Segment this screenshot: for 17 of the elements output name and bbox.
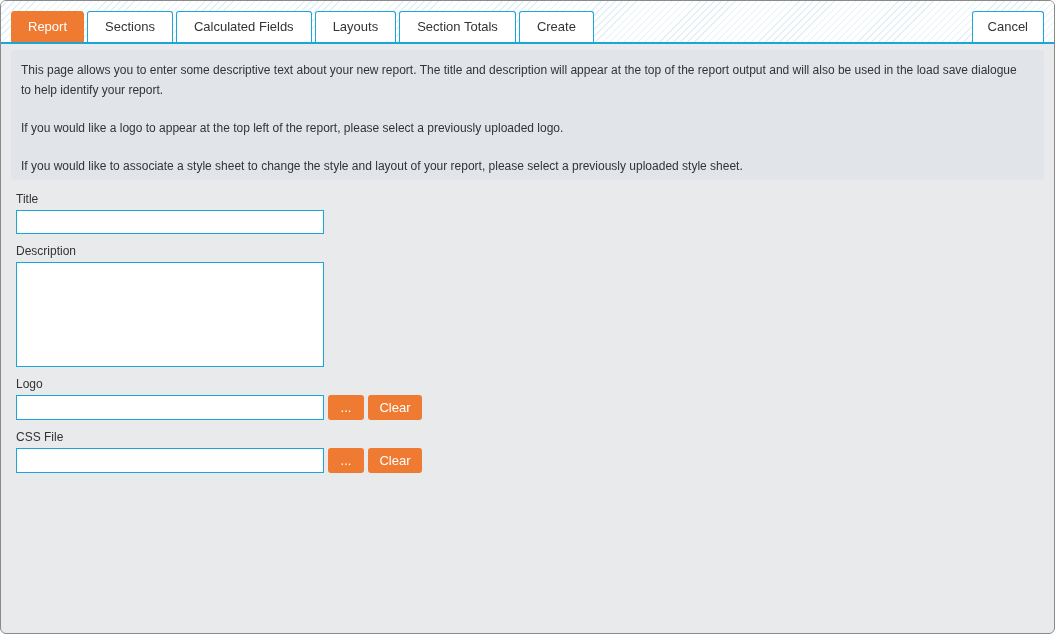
text-field[interactable]	[16, 210, 324, 234]
info-text: If you would like to associate a style sheet to change the style and layout of your report, please select a previously uploaded style sheet.	[21, 158, 744, 175]
info-text: If you would like a logo to appear at the top left of the report, please select a previously uploaded logo.	[21, 120, 565, 137]
tab[interactable]: Layouts	[314, 11, 397, 42]
tab[interactable]: Create	[518, 11, 594, 42]
tab[interactable]: Calculated Fields	[175, 11, 312, 42]
tab[interactable]: Section Totals	[399, 11, 516, 42]
field-label: CSS File	[16, 430, 65, 444]
cancel-button[interactable]: Cancel	[971, 11, 1044, 42]
field-label: Logo	[16, 377, 44, 391]
file-field[interactable]	[16, 395, 324, 420]
info-text: This page allows you to enter some descriptive text about your new report. The title and description will appear at the top of the report output and will also be used in the load save dialogue to help identify your report.	[21, 62, 1018, 99]
file-field[interactable]	[16, 448, 324, 473]
field-label: Description	[16, 244, 78, 258]
tab[interactable]: Sections	[87, 11, 173, 42]
field-label: Title	[16, 192, 40, 206]
text-area[interactable]	[16, 262, 324, 367]
